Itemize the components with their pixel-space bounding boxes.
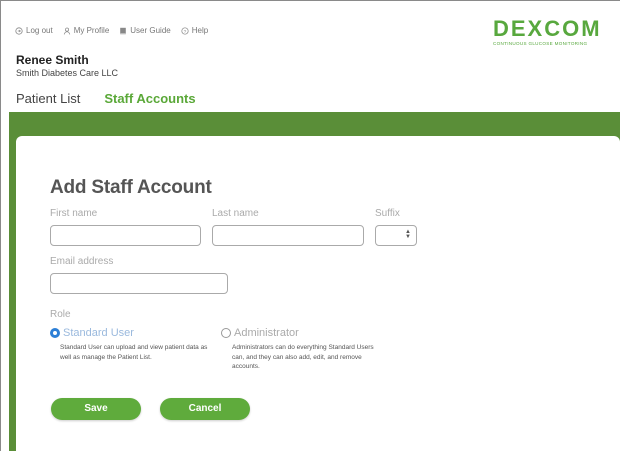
user-icon — [63, 27, 70, 35]
cancel-button[interactable]: Cancel — [160, 398, 250, 420]
tab-staff-accounts[interactable]: Staff Accounts — [104, 91, 195, 106]
first-name-field[interactable] — [50, 225, 201, 246]
user-name: Renee Smith — [16, 53, 89, 67]
help-link[interactable]: ? Help — [181, 26, 208, 35]
suffix-label: Suffix — [375, 208, 400, 219]
radio-unselected-icon — [221, 328, 231, 338]
page-title: Add Staff Account — [50, 177, 212, 198]
suffix-select[interactable]: ▲ ▼ — [375, 225, 417, 246]
email-label: Email address — [50, 256, 114, 267]
standard-user-description: Standard User can upload and view patien… — [60, 344, 208, 361]
last-name-field[interactable] — [212, 225, 364, 246]
tab-patient-list[interactable]: Patient List — [16, 91, 80, 106]
logout-label: Log out — [26, 26, 53, 35]
radio-selected-icon — [50, 328, 60, 338]
book-icon — [120, 27, 127, 34]
email-field[interactable] — [50, 273, 228, 294]
logout-link[interactable]: Log out — [15, 26, 53, 35]
role-label: Role — [50, 309, 71, 320]
role-administrator-radio[interactable]: Administrator — [221, 327, 299, 339]
dexcom-logo: DEXCOM CONTINUOUS GLUCOSE MONITORING — [493, 10, 613, 46]
utility-links: Log out My Profile User Guide ? Help — [15, 26, 208, 35]
administrator-label: Administrator — [234, 327, 299, 339]
organization-name: Smith Diabetes Care LLC — [16, 68, 119, 78]
my-profile-label: My Profile — [73, 26, 110, 35]
my-profile-link[interactable]: My Profile — [63, 26, 110, 35]
role-standard-user-radio[interactable]: Standard User — [50, 327, 134, 339]
logo-wordmark: DEXCOM — [493, 8, 602, 43]
first-name-label: First name — [50, 208, 98, 219]
standard-user-label: Standard User — [63, 327, 134, 339]
last-name-label: Last name — [212, 208, 259, 219]
main-nav: Patient List Staff Accounts — [16, 91, 196, 106]
administrator-description: Administrators can do everything Standar… — [232, 344, 374, 370]
user-guide-label: User Guide — [130, 26, 171, 35]
help-label: Help — [191, 26, 209, 35]
svg-text:?: ? — [183, 28, 186, 34]
user-guide-link[interactable]: User Guide — [119, 26, 171, 35]
save-button[interactable]: Save — [51, 398, 141, 420]
logout-icon — [15, 26, 23, 35]
select-arrows-icon: ▲ ▼ — [405, 229, 411, 240]
help-icon: ? — [181, 26, 189, 34]
